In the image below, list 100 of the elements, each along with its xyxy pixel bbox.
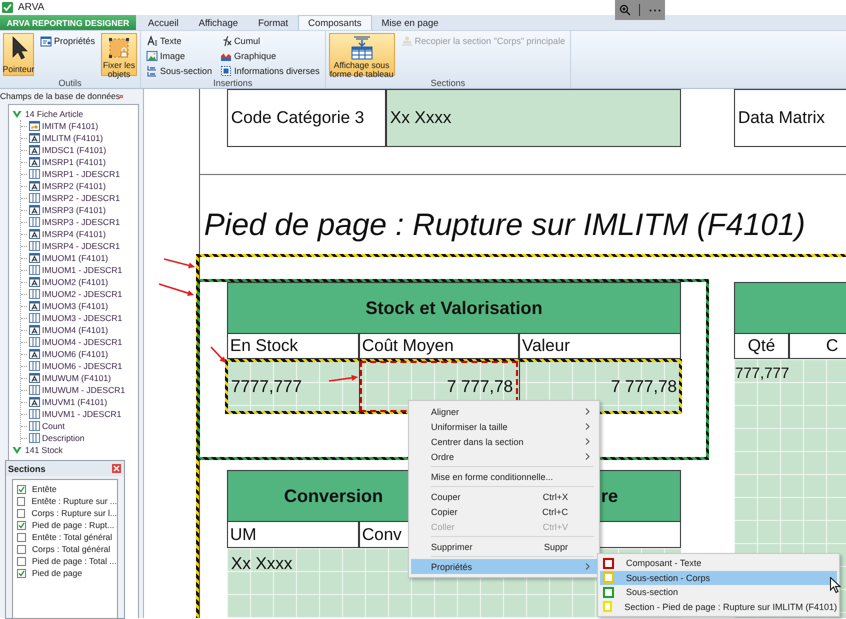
text-field-icon (29, 145, 40, 155)
collapse-icon[interactable] (12, 446, 22, 454)
tree-item[interactable]: IMUVM1 (F4101) (42, 397, 108, 407)
tree-item[interactable]: IMLITM (F4101) (42, 133, 103, 143)
tree-item[interactable]: IMUOM2 (F4101) (42, 277, 108, 287)
panel-title: Sections (8, 464, 46, 474)
column-field-icon (29, 217, 40, 227)
close-button[interactable] (112, 464, 121, 473)
checkbox[interactable] (17, 484, 26, 494)
data-field[interactable]: 777,777 (735, 361, 790, 382)
tree-item[interactable]: Count (42, 421, 65, 431)
tree-item[interactable]: IMSRP1 (F4101) (42, 157, 106, 167)
section-title: Pied de page : Rupture sur IMLITM (F4101) (204, 207, 806, 243)
section-label: Corps : Total général (32, 544, 110, 554)
checkbox[interactable] (17, 544, 26, 554)
ribbon-tab[interactable]: Format (248, 15, 298, 30)
tree-item[interactable]: IMUOM4 (F4101) (42, 325, 108, 335)
tree-item[interactable]: 141 Stock (25, 445, 63, 455)
tree-item[interactable]: IMUOM2 - JDESCR1 (42, 289, 122, 299)
checkbox[interactable] (17, 568, 26, 578)
tree-item[interactable]: IMITM (F4101) (42, 121, 98, 131)
column-header[interactable]: Valeur (519, 334, 681, 359)
menu-item[interactable]: Composant - Texte (600, 556, 837, 570)
tree-item[interactable]: IMSRP4 - JDESCR1 (42, 241, 120, 251)
column-field-icon (29, 169, 40, 179)
table-header[interactable] (227, 282, 681, 334)
tree-item[interactable]: IMSRP4 (F4101) (42, 229, 106, 239)
section-label: Entête : Total général (32, 532, 112, 542)
ribbon-tab[interactable]: Mise en page (372, 15, 449, 30)
tree-item[interactable]: IMUVM1 - JDESCR1 (42, 409, 122, 419)
ribbon-button[interactable]: Graphique (218, 48, 322, 63)
tree-item[interactable]: IMSRP3 - JDESCR1 (42, 217, 120, 227)
label-box[interactable]: Data Matrix (734, 89, 846, 147)
menu-item[interactable]: Couper Ctrl+X (411, 489, 597, 504)
ribbon-button[interactable]: Texte (144, 33, 214, 48)
ribbon-button[interactable]: Propriétés (38, 33, 98, 48)
annotation-arrow (210, 346, 226, 363)
checkbox[interactable] (17, 508, 26, 518)
data-field[interactable]: 7777,777 (228, 361, 358, 412)
text-field-icon (29, 181, 40, 191)
more-icon[interactable] (648, 8, 661, 12)
text-field-icon (29, 325, 40, 335)
menu-item[interactable]: Mise en forme conditionnelle... (411, 469, 597, 484)
tree-item[interactable]: IMUWUM - JDESCR1 (42, 385, 126, 395)
ribbon-button[interactable]: Image (144, 48, 214, 63)
column-header[interactable]: Qté (734, 334, 789, 359)
tree-item[interactable]: IMUOM6 (F4101) (42, 349, 108, 359)
tree-item[interactable]: IMUOM3 - JDESCR1 (42, 313, 122, 323)
tree-item[interactable]: IMUOM1 - JDESCR1 (42, 265, 122, 275)
menu-item[interactable]: Centrer dans la section (411, 434, 597, 449)
column-field-icon (29, 421, 40, 431)
ribbon-tab[interactable]: Composants (298, 15, 372, 30)
text-field-icon (29, 373, 40, 383)
column-header[interactable]: Coût Moyen (359, 334, 519, 359)
checkbox[interactable] (17, 496, 26, 506)
ribbon-button[interactable]: Sous-section (144, 63, 214, 78)
checkbox[interactable] (17, 520, 26, 530)
column-header[interactable]: UM (227, 522, 359, 548)
field-placeholder[interactable]: Xx Xxxx (386, 89, 681, 147)
tree-item[interactable]: IMSRP2 - JDESCR1 (42, 193, 120, 203)
collapse-icon[interactable] (12, 110, 22, 118)
table-title: Conversion (283, 484, 384, 508)
menu-item[interactable]: Section - Pied de page : Rupture sur IMLITM (F4101) (600, 600, 837, 614)
ribbon-tab[interactable]: Accueil (138, 15, 189, 30)
panel-title: Champs de la base de données (0, 91, 120, 101)
tree-item[interactable]: IMUOM3 (F4101) (42, 301, 108, 311)
tree-item[interactable]: IMUWUM (F4101) (42, 373, 111, 383)
table-title: Stock et Valorisation (364, 296, 544, 320)
tree-item[interactable]: Description (42, 433, 85, 443)
table-title: re (600, 484, 620, 508)
tree-item[interactable]: IMSRP1 - JDESCR1 (42, 169, 120, 179)
tree-item[interactable]: 14 Fiche Article (25, 109, 84, 119)
column-header[interactable]: C (789, 334, 846, 359)
tree-item[interactable]: IMSRP3 (F4101) (42, 205, 106, 215)
menu-item[interactable]: Sous-section - Corps (600, 570, 837, 585)
menu-item[interactable]: Supprimer Suppr (411, 539, 597, 554)
tree-item[interactable]: IMUOM1 (F4101) (42, 253, 108, 263)
text-field-icon (29, 349, 40, 359)
column-field-icon (29, 361, 40, 371)
tree-item[interactable]: IMSRP2 (F4101) (42, 181, 106, 191)
zoom-in-icon[interactable] (619, 4, 632, 16)
menu-item[interactable]: Ordre (411, 449, 597, 464)
label-box[interactable]: Code Catégorie 3 (227, 89, 386, 147)
data-field[interactable]: Xx Xxxx (228, 550, 358, 573)
menu-item[interactable]: Propriétés (411, 559, 597, 574)
column-header[interactable]: En Stock (227, 334, 359, 359)
mouse-cursor-icon (830, 577, 841, 594)
section-label: Pied de page : Total ... (32, 556, 116, 566)
tree-item[interactable]: IMDSC1 (F4101) (42, 145, 106, 155)
checkbox[interactable] (17, 556, 26, 566)
tree-item[interactable]: IMUOM4 - JDESCR1 (42, 337, 122, 347)
menu-item[interactable]: Copier Ctrl+C (411, 504, 597, 519)
ribbon-tab[interactable]: Affichage (188, 15, 248, 30)
tree-item[interactable]: IMUOM6 - JDESCR1 (42, 361, 122, 371)
ribbon-button[interactable]: Cumul (218, 33, 322, 48)
checkbox[interactable] (17, 532, 26, 542)
ribbon-button[interactable]: Informations diverses (218, 63, 322, 78)
menu-item[interactable]: Uniformiser la taille (411, 419, 597, 434)
group-label: Sections (430, 78, 466, 89)
menu-item[interactable]: Aligner (411, 404, 597, 419)
